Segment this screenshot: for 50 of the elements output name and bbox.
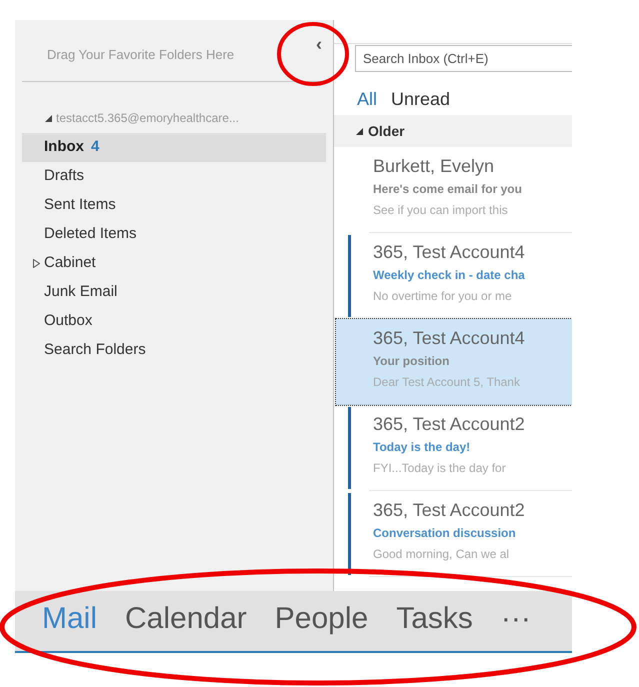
folder-label: Drafts	[44, 166, 84, 186]
collapse-button[interactable]: ‹	[316, 34, 322, 52]
folder-label: Outbox	[44, 311, 92, 332]
folder-label: Deleted Items	[44, 224, 137, 244]
message-preview: FYI...Today is the day for	[373, 460, 507, 477]
filter-tab[interactable]: All	[357, 86, 378, 112]
favorites-hint: Drag Your Favorite Folders Here	[47, 46, 234, 64]
collapsed-triangle-icon[interactable]	[33, 259, 40, 268]
message-subject: Weekly check in - date cha	[373, 267, 526, 284]
message-subject: Here's come email for you	[373, 181, 523, 198]
nav-tab[interactable]: People	[274, 604, 368, 638]
nav-tab[interactable]: Calendar	[125, 604, 247, 638]
expanded-triangle-icon[interactable]	[45, 114, 52, 122]
folder-item[interactable]: Deleted Items	[22, 220, 326, 249]
folder-label: Cabinet	[44, 253, 96, 274]
nav-tab[interactable]: Tasks	[396, 604, 473, 638]
folder-label: Sent Items	[44, 195, 116, 216]
folder-item[interactable]: Outbox	[22, 307, 326, 336]
message-preview: See if you can import this	[373, 202, 509, 219]
folder-item[interactable]: Drafts	[22, 162, 326, 191]
folder-label: Inbox	[44, 137, 84, 158]
folder-item[interactable]: Sent Items	[22, 191, 326, 220]
message-sender: 365, Test Account2	[373, 499, 526, 522]
message-item[interactable]: 365, Test Account2 Conversation discussion Good morning, Can we al	[369, 491, 572, 577]
nav-tab[interactable]: ···	[500, 604, 531, 638]
message-preview: No overtime for you or me	[373, 288, 513, 305]
folder-item[interactable]: Cabinet	[22, 249, 326, 278]
message-item[interactable]: 365, Test Account2 Today is the day! FYI...Today is the day for	[369, 405, 572, 491]
message-preview: Good morning, Can we al	[373, 546, 510, 563]
group-header[interactable]: Older	[334, 115, 572, 147]
folder-label: Junk Email	[44, 282, 118, 302]
message-sender: 365, Test Account2	[373, 413, 526, 436]
folder-item[interactable]: Search Folders	[22, 336, 326, 365]
nav-tab[interactable]: Mail	[42, 604, 98, 638]
message-item[interactable]: Burkett, Evelyn Here's come email for you See if you can import this	[369, 147, 572, 233]
folder-label: Search Folders	[44, 340, 146, 360]
folder-item[interactable]: Junk Email	[22, 278, 326, 307]
message-subject: Conversation discussion	[373, 525, 517, 542]
unread-count: 4	[91, 137, 100, 158]
message-item[interactable]: 365, Test Account4 Your position Dear Test Account 5, Thank	[336, 319, 572, 405]
message-preview: Dear Test Account 5, Thank	[373, 374, 521, 391]
folder-item[interactable]: Inbox 4	[22, 133, 326, 162]
filter-tab[interactable]: Unread	[391, 86, 450, 112]
message-sender: 365, Test Account4	[373, 327, 526, 350]
message-subject: Your position	[373, 353, 450, 370]
message-sender: Burkett, Evelyn	[373, 155, 496, 178]
search-field[interactable]: Search Inbox (Ctrl+E)	[355, 45, 572, 72]
group-label: Older	[368, 122, 405, 140]
message-sender: 365, Test Account4	[373, 241, 526, 264]
message-subject: Today is the day!	[373, 439, 472, 456]
